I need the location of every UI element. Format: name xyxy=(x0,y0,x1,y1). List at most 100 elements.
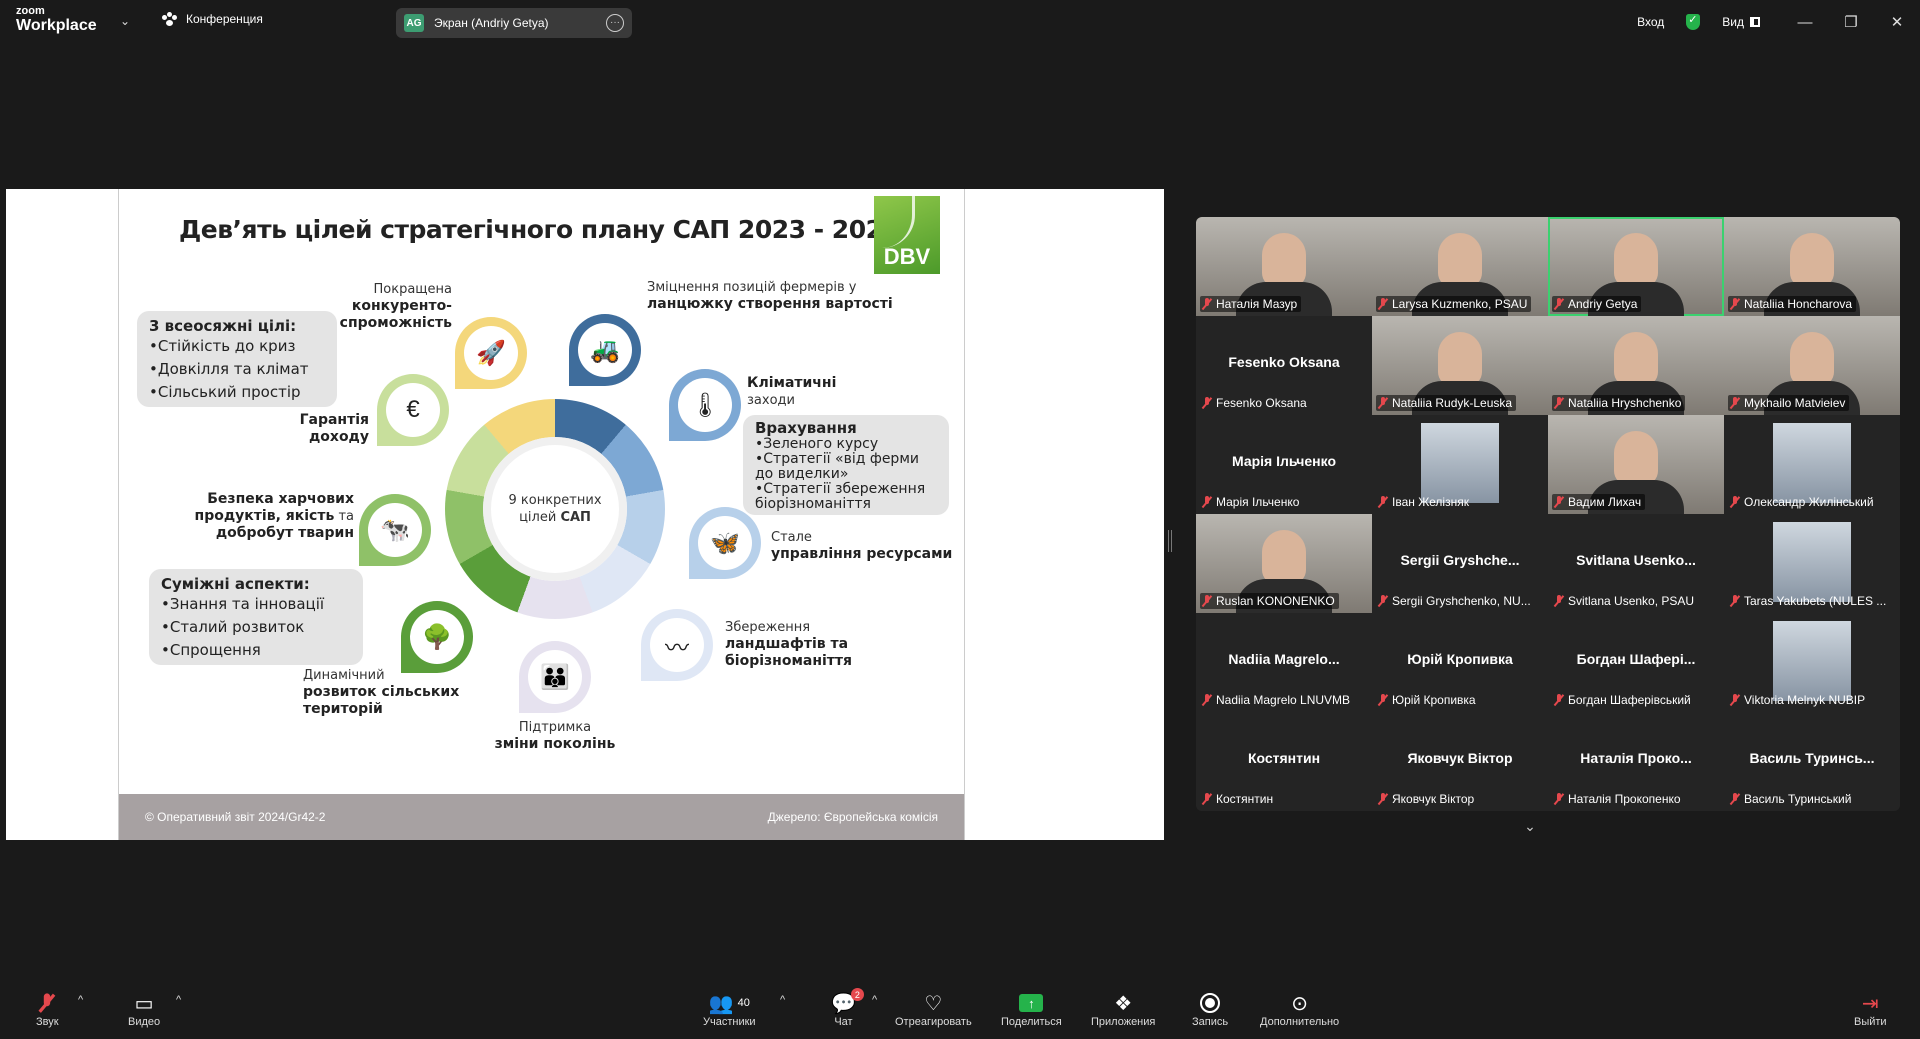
encryption-status[interactable] xyxy=(1686,13,1701,30)
participant-tile[interactable]: Nataliia Rudyk-Leuska xyxy=(1372,316,1548,415)
participant-display-name: Наталія Проко... xyxy=(1580,750,1692,766)
participant-tile[interactable]: Sergii Gryshche... Sergii Gryshchenko, NU… xyxy=(1372,514,1548,613)
participant-tile[interactable]: Viktoria Melnyk NUBIP xyxy=(1724,613,1900,712)
zoom-logo[interactable]: zoom Workplace xyxy=(16,6,97,34)
participant-name-label: Andriy Getya xyxy=(1552,296,1642,312)
chevron-up-icon[interactable]: ^ xyxy=(780,994,785,1006)
people-icon: 👥 40 xyxy=(708,992,750,1015)
participant-name-label: Svitlana Usenko, PSAU xyxy=(1552,593,1698,609)
participant-tile[interactable]: Марія Ільченко Марія Ільченко xyxy=(1196,415,1372,514)
record-icon xyxy=(1200,990,1221,1016)
participant-display-name: Svitlana Usenko... xyxy=(1576,552,1696,568)
slide-title: Дев’ять цілей стратегічного плану САП 20… xyxy=(179,215,900,244)
participant-tile[interactable]: Вадим Лихач xyxy=(1548,415,1724,514)
screen-share-pill[interactable]: AG Экран (Andriy Getya) ··· xyxy=(396,8,632,38)
participants-button[interactable]: 👥 40 Участники xyxy=(703,990,756,1029)
mic-off-icon xyxy=(1378,397,1388,409)
leave-button[interactable]: ⇥ Выйти xyxy=(1854,990,1887,1029)
participant-name-label: Наталія Мазур xyxy=(1200,296,1302,312)
participant-display-name: Василь Туринсь... xyxy=(1749,750,1875,766)
mic-off-icon xyxy=(1554,496,1564,508)
participant-name-label: Ruslan KONONENKO xyxy=(1200,593,1339,609)
participant-tile[interactable]: Andriy Getya xyxy=(1548,217,1724,316)
participant-tile[interactable]: Василь Туринсь... Василь Туринський xyxy=(1724,712,1900,811)
shield-icon xyxy=(1686,13,1701,30)
chevron-up-icon[interactable]: ^ xyxy=(176,994,181,1006)
mic-off-icon xyxy=(1554,793,1564,805)
audio-button[interactable]: Звук xyxy=(36,990,59,1028)
maximize-button[interactable]: ❐ xyxy=(1828,13,1874,31)
participant-name-label: Nataliia Rudyk-Leuska xyxy=(1376,395,1517,411)
participant-name: Наталія Прокопенко xyxy=(1568,792,1681,806)
participant-tile[interactable]: Іван Желізняк xyxy=(1372,415,1548,514)
resize-handle[interactable] xyxy=(1168,530,1172,552)
more-button[interactable]: ⊙ Дополнительно xyxy=(1260,990,1339,1029)
shared-screen[interactable]: Дев’ять цілей стратегічного плану САП 20… xyxy=(6,189,1164,840)
participant-name: Nataliia Rudyk-Leuska xyxy=(1392,396,1513,410)
participant-tile[interactable]: Наталія Мазур xyxy=(1196,217,1372,316)
minimize-button[interactable]: — xyxy=(1782,14,1828,31)
participant-tile[interactable]: Nataliia Hryshchenko xyxy=(1548,316,1724,415)
chevron-down-icon[interactable]: ⌄ xyxy=(1511,818,1549,838)
participant-tile[interactable]: Nadiia Magrelo... Nadiia Magrelo LNUVMB xyxy=(1196,613,1372,712)
more-icon[interactable]: ··· xyxy=(606,14,624,32)
participant-name: Олександр Жилінський xyxy=(1744,495,1874,509)
chat-button[interactable]: 💬 2 Чат xyxy=(831,988,864,1028)
participant-tile[interactable]: Ruslan KONONENKO xyxy=(1196,514,1372,613)
video-button[interactable]: ▭ Видео xyxy=(128,990,160,1029)
participant-tile[interactable]: Taras Yakubets (NULES ... xyxy=(1724,514,1900,613)
participant-video xyxy=(1262,530,1306,584)
close-button[interactable]: ✕ xyxy=(1874,13,1920,31)
mic-off-icon xyxy=(1378,298,1388,310)
meeting-info-button[interactable]: Конференция xyxy=(162,12,263,26)
mic-off-icon xyxy=(1730,694,1740,706)
chevron-down-icon[interactable]: ⌄ xyxy=(120,14,130,28)
participant-display-name: Богдан Шафері... xyxy=(1576,651,1696,667)
top-bar: zoom Workplace ⌄ Конференция AG Экран (A… xyxy=(0,0,1920,44)
sign-in-button[interactable]: Вход xyxy=(1637,15,1664,29)
participant-name: Василь Туринський xyxy=(1744,792,1852,806)
participant-name-label: Taras Yakubets (NULES ... xyxy=(1728,593,1890,609)
participant-name-label: Nataliia Hryshchenko xyxy=(1552,395,1686,411)
mic-off-icon xyxy=(42,990,52,1016)
participant-tile[interactable]: Яковчук Віктор Яковчук Віктор xyxy=(1372,712,1548,811)
participant-video xyxy=(1262,233,1306,287)
meeting-toolbar: Звук ^ ▭ Видео ^ 👥 40 Участники ^ 💬 2 Чат … xyxy=(0,980,1920,1039)
mic-off-icon xyxy=(1378,694,1388,706)
goal-competitiveness: Покращена конкуренто-спроможність xyxy=(339,282,452,331)
participant-name: Nataliia Hryshchenko xyxy=(1568,396,1682,410)
apps-button[interactable]: ❖ Приложения xyxy=(1091,990,1155,1029)
participant-tile[interactable]: Nataliia Honcharova xyxy=(1724,217,1900,316)
euro-umbrella-icon: € xyxy=(377,374,449,446)
participant-tile[interactable]: Larysa Kuzmenko, PSAU xyxy=(1372,217,1548,316)
participant-name-label: Вадим Лихач xyxy=(1552,494,1646,510)
participant-tile[interactable]: Юрій Кропивка Юрій Кропивка xyxy=(1372,613,1548,712)
chevron-up-icon[interactable]: ^ xyxy=(78,994,83,1006)
mic-off-icon xyxy=(1730,793,1740,805)
participant-tile[interactable]: Fesenko Oksana Fesenko Oksana xyxy=(1196,316,1372,415)
participant-name-label: Наталія Прокопенко xyxy=(1552,791,1685,807)
participant-photo xyxy=(1773,423,1851,503)
participant-tile[interactable]: Олександр Жилінський xyxy=(1724,415,1900,514)
participant-tile[interactable]: Наталія Проко... Наталія Прокопенко xyxy=(1548,712,1724,811)
participant-tile[interactable]: Костянтин Костянтин xyxy=(1196,712,1372,811)
participant-display-name: Nadiia Magrelo... xyxy=(1228,651,1340,667)
view-button[interactable]: Вид xyxy=(1722,15,1760,29)
participant-name: Nataliia Honcharova xyxy=(1744,297,1853,311)
top-right-controls: Вход Вид — ❐ ✕ xyxy=(1637,0,1920,44)
participant-name: Ruslan KONONENKO xyxy=(1216,594,1335,608)
participant-name-label: Юрій Кропивка xyxy=(1376,692,1480,708)
participant-tile[interactable]: Богдан Шафері... Богдан Шаферівський xyxy=(1548,613,1724,712)
participant-tile[interactable]: Mykhailo Matvieiev xyxy=(1724,316,1900,415)
share-button[interactable]: ↑ Поделиться xyxy=(1001,990,1062,1028)
chevron-up-icon[interactable]: ^ xyxy=(872,994,877,1006)
participant-video xyxy=(1438,233,1482,287)
participant-name: Taras Yakubets (NULES ... xyxy=(1744,594,1887,608)
goal-income: Гарантія доходу xyxy=(299,412,369,445)
participant-tile[interactable]: Svitlana Usenko... Svitlana Usenko, PSAU xyxy=(1548,514,1724,613)
participant-name: Костянтин xyxy=(1216,792,1274,806)
camera-icon: ▭ xyxy=(134,992,154,1015)
react-button[interactable]: ♡ Отреагировать xyxy=(895,990,972,1029)
participant-name: Sergii Gryshchenko, NU... xyxy=(1392,594,1531,608)
record-button[interactable]: Запись xyxy=(1192,990,1228,1028)
